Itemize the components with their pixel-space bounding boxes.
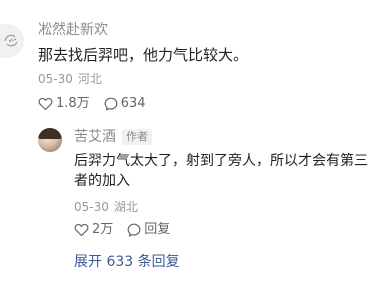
like-count: 1.8万 (56, 96, 90, 111)
heart-icon (74, 223, 89, 237)
comment-thread: 凇然赴新欢 那去找后羿吧，他力气比较大。 05-30 河北 1.8万 634 苦艾… (0, 0, 383, 288)
reply-username[interactable]: 苦艾酒 (74, 128, 116, 146)
comment-text: 那去找后羿吧，他力气比较大。 (38, 46, 249, 64)
reply-button[interactable]: 回复 (127, 221, 170, 239)
comment-actions: 1.8万 634 (38, 95, 160, 113)
avatar-doodle-icon[interactable] (0, 24, 24, 58)
expand-replies-link[interactable]: 展开 633 条回复 (74, 253, 180, 271)
like-button[interactable]: 1.8万 (38, 95, 90, 113)
reply-location: 湖北 (113, 200, 138, 214)
comment-username[interactable]: 凇然赴新欢 (38, 21, 108, 39)
reply-button-label: 回复 (144, 222, 171, 237)
reply-count-button[interactable]: 634 (104, 95, 146, 113)
comment-meta: 05-30 河北 (38, 71, 102, 87)
reply-actions: 2万 回复 (74, 221, 184, 239)
comment-bubble-icon (104, 97, 118, 111)
avatar-photo-icon[interactable] (38, 128, 62, 152)
reply-like-button[interactable]: 2万 (74, 221, 113, 239)
author-badge: 作者 (122, 129, 152, 145)
heart-icon (38, 97, 53, 111)
comment-date: 05-30 (38, 72, 73, 86)
reply-count: 634 (120, 96, 146, 111)
comment-location: 河北 (77, 72, 102, 86)
comment-bubble-icon (127, 223, 141, 237)
reply-date: 05-30 (74, 200, 109, 214)
reply-like-count: 2万 (92, 222, 114, 237)
reply-text: 后羿力气太大了，射到了旁人，所以才会有第三者的加入 (74, 153, 368, 189)
reply-meta: 05-30 湖北 (74, 199, 138, 215)
